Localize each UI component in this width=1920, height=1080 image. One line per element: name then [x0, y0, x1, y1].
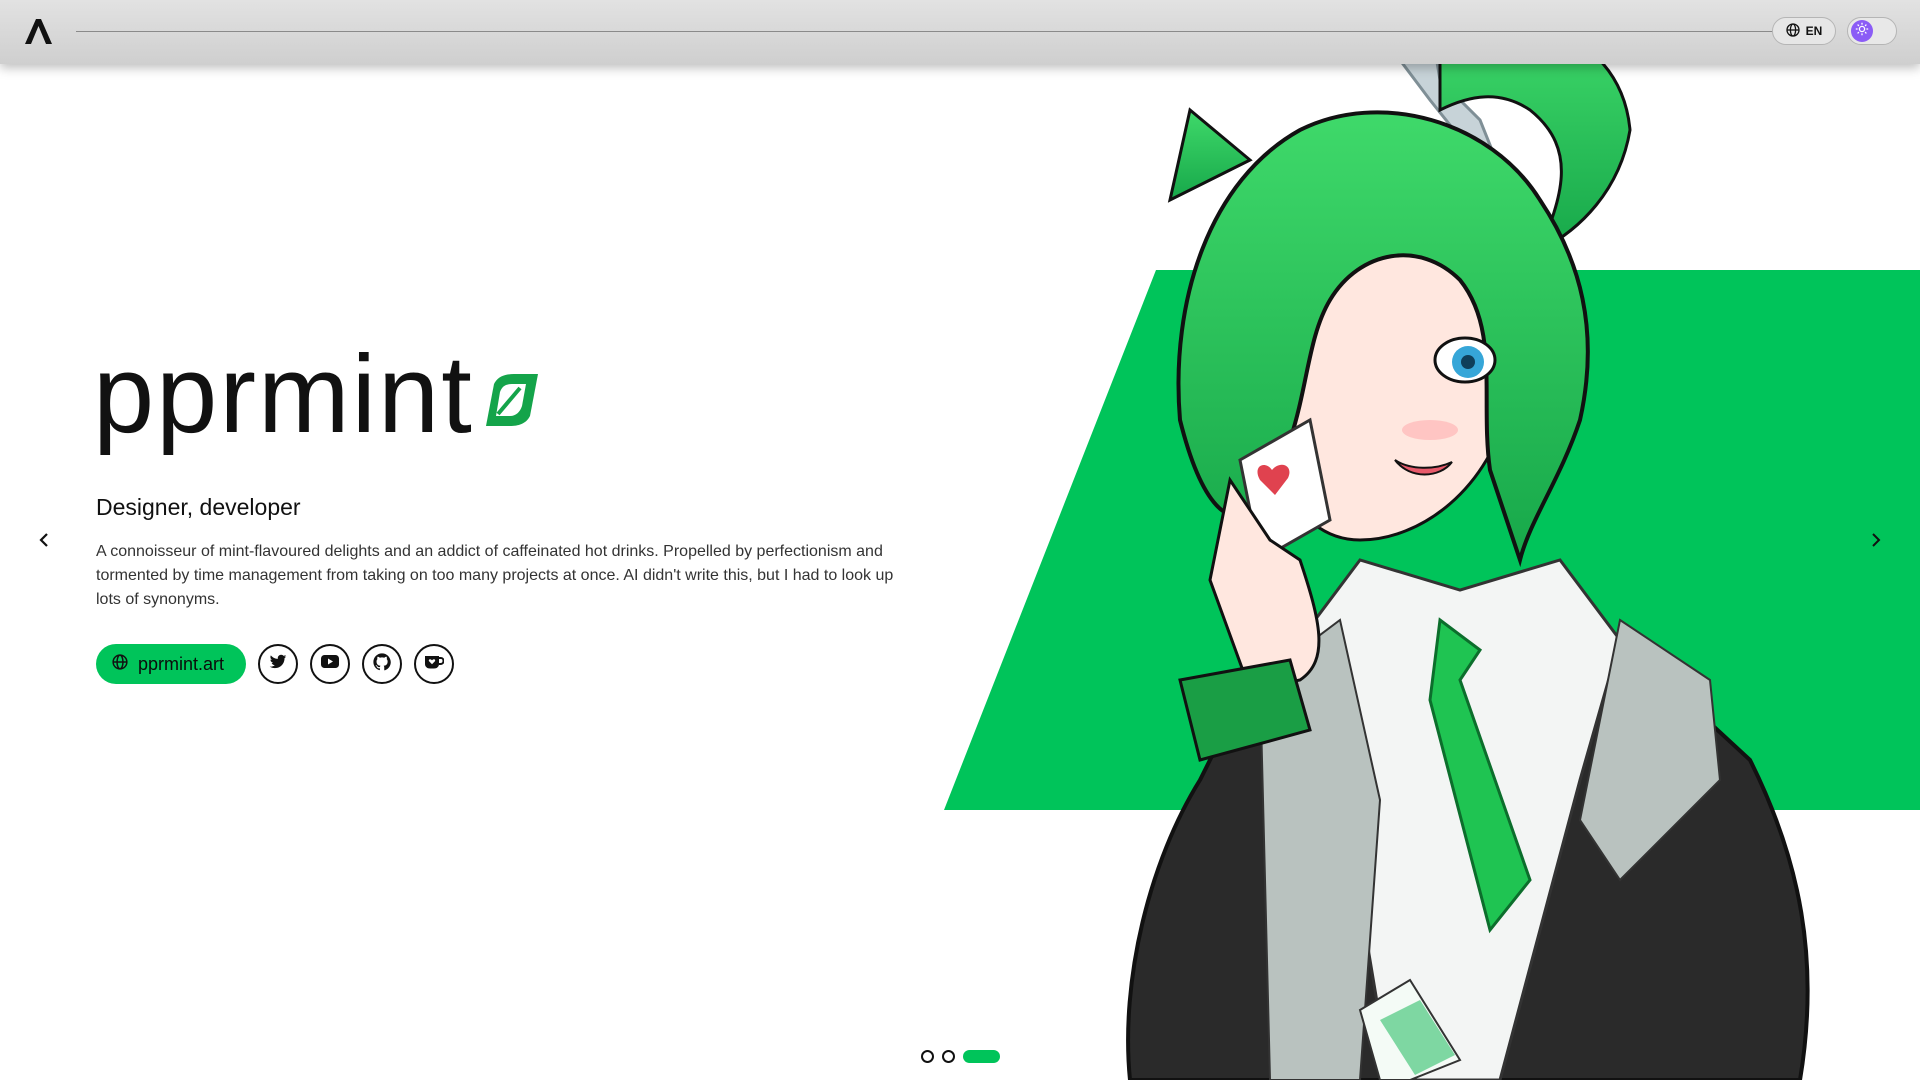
globe-icon	[1786, 22, 1800, 40]
brand-name: pprmint	[93, 333, 474, 456]
hero-actions: pprmint.art	[96, 644, 455, 684]
theme-toggle[interactable]	[1847, 17, 1897, 45]
top-navigation-bar: EN	[0, 0, 1920, 64]
carousel-dot-1[interactable]	[921, 1050, 934, 1063]
youtube-link-button[interactable]	[310, 644, 351, 684]
chevron-right-icon	[1869, 532, 1883, 553]
website-label: pprmint.art	[138, 653, 225, 674]
kofi-link-button[interactable]	[414, 644, 455, 684]
carousel-pagination	[921, 1050, 1000, 1063]
carousel-dot-2[interactable]	[942, 1050, 955, 1063]
app-logo-icon[interactable]	[22, 16, 54, 46]
carousel-next-button[interactable]	[1862, 528, 1890, 556]
twitter-icon	[269, 654, 287, 675]
github-link-button[interactable]	[362, 644, 403, 684]
language-label: EN	[1805, 24, 1823, 38]
twitter-link-button[interactable]	[258, 644, 299, 684]
carousel-prev-button[interactable]	[30, 528, 58, 556]
language-switcher-button[interactable]: EN	[1772, 17, 1836, 45]
youtube-icon	[321, 655, 340, 673]
bio-text: A connoisseur of mint-flavoured delights…	[96, 543, 894, 608]
github-icon	[373, 652, 391, 676]
website-link-button[interactable]: pprmint.art	[96, 644, 247, 684]
sun-icon	[1855, 22, 1869, 41]
chevron-left-icon	[37, 532, 51, 553]
role-subtitle: Designer, developer	[96, 494, 301, 520]
theme-toggle-knob	[1851, 20, 1873, 42]
leaf-icon	[480, 370, 540, 435]
brand-wordmark: pprmint	[93, 340, 540, 470]
carousel-dot-3-active[interactable]	[963, 1050, 1000, 1063]
header-divider	[76, 31, 1776, 32]
hero-character-illustration	[1126, 0, 1810, 1080]
globe-icon	[112, 653, 128, 675]
kofi-icon	[424, 654, 445, 675]
